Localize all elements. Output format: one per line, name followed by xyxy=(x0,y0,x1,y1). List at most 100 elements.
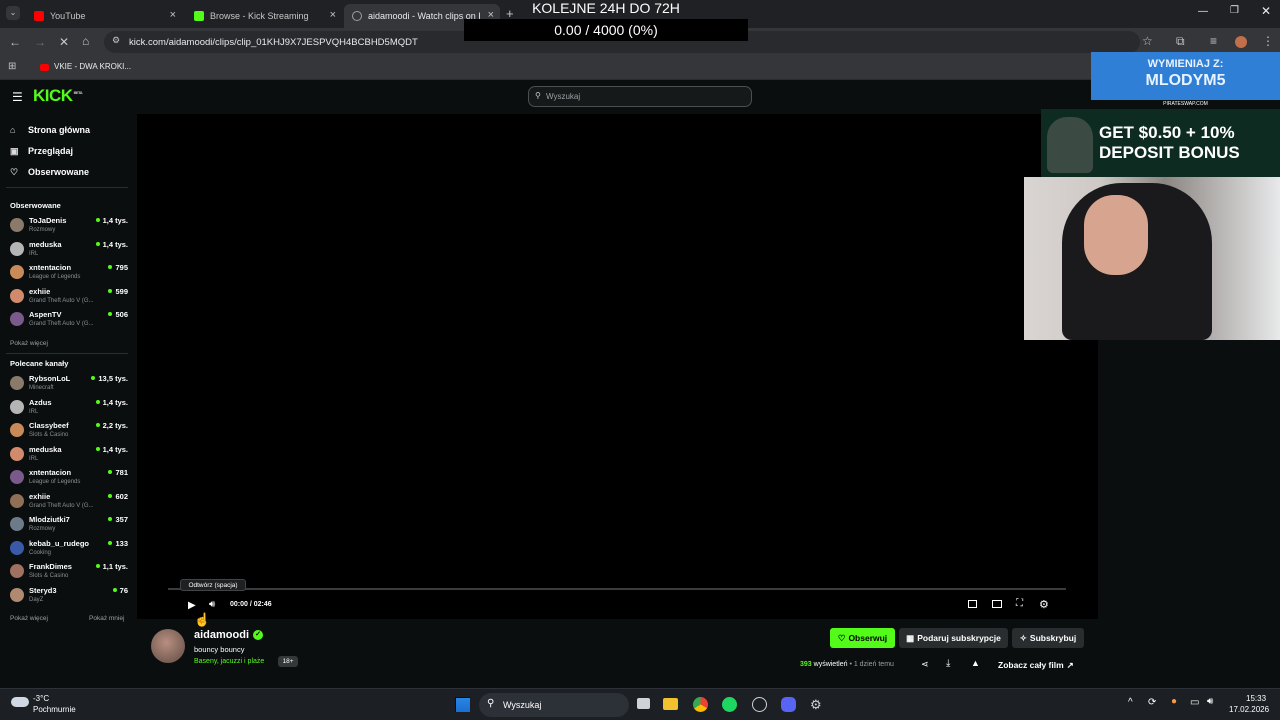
weather-icon[interactable] xyxy=(11,697,29,707)
channel-item-viewers: 781 xyxy=(108,468,128,477)
play-tooltip: Odtwórz (spacja) xyxy=(180,579,246,591)
task-view-icon[interactable] xyxy=(637,698,650,709)
hamburger-menu-icon[interactable]: ☰ xyxy=(12,90,23,104)
channel-item[interactable]: RybsonLoL Minecraft 13,5 tys. xyxy=(10,374,128,396)
channel-item[interactable]: kebab_u_rudego Cooking 133 xyxy=(10,539,128,561)
chrome-icon[interactable] xyxy=(693,697,708,712)
external-link-icon: ↗ xyxy=(1066,660,1074,670)
channel-item[interactable]: meduska IRL 1,4 tys. xyxy=(10,240,128,262)
theater-mode-icon[interactable] xyxy=(992,600,1002,608)
clip-category[interactable]: Baseny, jacuzzi i plaże xyxy=(194,658,264,665)
clock-date[interactable]: 17.02.2026 xyxy=(1229,705,1269,714)
home-icon: ⌂ xyxy=(10,125,16,135)
clock-time[interactable]: 15:33 xyxy=(1246,694,1266,703)
settings-app-icon[interactable]: ⚙ xyxy=(810,697,822,713)
bookmark-youtube-icon xyxy=(40,64,49,71)
play-icon[interactable]: ▶ xyxy=(188,600,196,611)
profile-avatar[interactable] xyxy=(1235,36,1247,48)
tab-youtube[interactable]: YouTube × xyxy=(26,4,182,28)
fullscreen-icon[interactable]: ⛶ xyxy=(1016,598,1023,609)
forward-icon[interactable]: → xyxy=(34,35,46,49)
microphone-icon[interactable]: ● xyxy=(1171,696,1177,707)
back-icon[interactable]: ← xyxy=(9,35,21,49)
mini-player-icon[interactable] xyxy=(968,600,977,608)
channel-item[interactable]: xntentacion League of Legends 781 xyxy=(10,468,128,490)
tray-sync-icon[interactable]: ⟳ xyxy=(1148,697,1156,708)
subscribe-button[interactable]: ✧ Subskrybuj xyxy=(1012,628,1084,648)
app-icon[interactable] xyxy=(752,697,767,712)
nav-following[interactable]: ♡ Obserwowane xyxy=(10,165,89,179)
network-icon[interactable]: ▭ xyxy=(1190,697,1199,708)
divider xyxy=(6,187,128,188)
extensions-icon[interactable]: ⧉ xyxy=(1176,34,1185,49)
tab-search-button[interactable]: ⌄ xyxy=(6,6,20,20)
report-icon[interactable]: ▲ xyxy=(971,658,980,668)
channel-item[interactable]: Steryd3 DayZ 76 xyxy=(10,586,128,608)
close-window-button[interactable]: ✕ xyxy=(1261,4,1271,18)
windows-taskbar: -3°C Pochmurnie ⚲ Wyszukaj ⚙ ^ ⟳ ● ▭ 🔊︎ … xyxy=(0,688,1280,720)
discord-icon[interactable] xyxy=(781,697,796,712)
gift-subs-button[interactable]: ▦ Podaruj subskrypcje xyxy=(899,628,1008,648)
nav-browse[interactable]: ▣ Przeglądaj xyxy=(10,144,73,158)
spotify-icon[interactable] xyxy=(722,697,737,712)
media-icon[interactable]: ≡ xyxy=(1210,34,1217,48)
ad-banner-pirateswap[interactable]: WYMIENIAJ Z: MLODYM5 PIRATESWAP.COM xyxy=(1091,52,1280,109)
follow-button[interactable]: ♡ Obserwuj xyxy=(830,628,895,648)
search-icon: ⚲ xyxy=(487,698,495,709)
video-player[interactable]: Odtwórz (spacja) ▶ 🔊︎ 00:00 / 02:46 ⛶ ⚙ xyxy=(137,114,1098,619)
minimize-button[interactable]: — xyxy=(1198,6,1208,17)
channel-item-category: Cooking xyxy=(29,549,52,556)
channel-item[interactable]: AspenTV Grand Theft Auto V (G... 506 xyxy=(10,310,128,332)
clip-title: bouncy bouncy xyxy=(194,645,245,654)
windows-start-icon[interactable] xyxy=(455,697,470,712)
recommended-show-more[interactable]: Pokaż więcej xyxy=(10,615,48,622)
apps-icon[interactable]: ⊞ xyxy=(8,61,16,72)
channel-item[interactable]: xntentacion League of Legends 795 xyxy=(10,263,128,285)
avatar xyxy=(10,470,24,484)
channel-item[interactable]: meduska IRL 1,4 tys. xyxy=(10,445,128,467)
channel-name[interactable]: aidamoodi ✓ xyxy=(194,629,264,641)
followed-show-more[interactable]: Pokaż więcej xyxy=(10,340,48,347)
channel-item[interactable]: exhiie Grand Theft Auto V (G... 599 xyxy=(10,287,128,309)
channel-item-category: Grand Theft Auto V (G... xyxy=(29,297,94,304)
channel-item-viewers: 1,4 tys. xyxy=(96,445,128,454)
close-icon[interactable]: × xyxy=(330,9,336,21)
channel-item[interactable]: Classybeef Slots & Casino 2,2 tys. xyxy=(10,421,128,443)
nav-home[interactable]: ⌂ Strona główna xyxy=(10,123,90,137)
tab-kick-browse[interactable]: Browse - Kick Streaming × xyxy=(186,4,342,28)
channel-item[interactable]: Azdus IRL 1,4 tys. xyxy=(10,398,128,420)
channel-item[interactable]: FrankDimes Slots & Casino 1,1 tys. xyxy=(10,562,128,584)
tray-chevron-icon[interactable]: ^ xyxy=(1128,697,1133,708)
share-icon[interactable]: ⋖ xyxy=(921,659,929,670)
avatar xyxy=(10,423,24,437)
star-icon: ✧ xyxy=(1019,632,1027,643)
verified-icon: ✓ xyxy=(253,630,264,640)
recommended-show-less[interactable]: Pokaż mniej xyxy=(89,615,124,622)
bookmark-star-icon[interactable]: ☆ xyxy=(1142,34,1153,48)
kick-search-input[interactable]: ⚲ Wyszukaj xyxy=(528,86,752,107)
taskbar-search[interactable]: ⚲ Wyszukaj xyxy=(479,693,629,717)
channel-item[interactable]: ToJaDenis Rozmowy 1,4 tys. xyxy=(10,216,128,238)
file-explorer-icon[interactable] xyxy=(663,698,678,710)
progress-track[interactable] xyxy=(168,588,1066,590)
menu-icon[interactable]: ⋮ xyxy=(1262,34,1274,48)
channel-item[interactable]: Mlodziutki7 Rozmowy 357 xyxy=(10,515,128,537)
stop-loading-icon[interactable]: ✕ xyxy=(59,35,69,49)
volume-icon[interactable]: 🔊︎ xyxy=(209,599,215,610)
settings-icon[interactable]: ⚙ xyxy=(1039,598,1049,611)
channel-item[interactable]: exhiie Grand Theft Auto V (G... 602 xyxy=(10,492,128,514)
age-badge: 18+ xyxy=(278,656,298,667)
download-icon[interactable]: ⤓ xyxy=(946,658,950,669)
restore-button[interactable]: ❐ xyxy=(1230,5,1239,16)
watch-full-video-button[interactable]: Zobacz cały film ↗ xyxy=(998,660,1074,671)
volume-icon[interactable]: 🔊︎ xyxy=(1207,696,1213,707)
close-icon[interactable]: × xyxy=(170,9,176,21)
bookmarks-bar: ⊞ VKIE - DWA KROKI... xyxy=(0,56,1280,80)
home-icon[interactable]: ⌂ xyxy=(82,34,89,48)
heart-icon: ♡ xyxy=(10,166,19,177)
bookmark-item[interactable]: VKIE - DWA KROKI... xyxy=(54,62,131,71)
kick-logo[interactable]: KICKBETA xyxy=(33,86,83,106)
site-info-icon[interactable]: ⚙ xyxy=(112,35,120,46)
ad-banner-bonus[interactable]: GET $0.50 + 10% DEPOSIT BONUS xyxy=(1041,109,1280,178)
channel-avatar[interactable] xyxy=(151,629,185,663)
